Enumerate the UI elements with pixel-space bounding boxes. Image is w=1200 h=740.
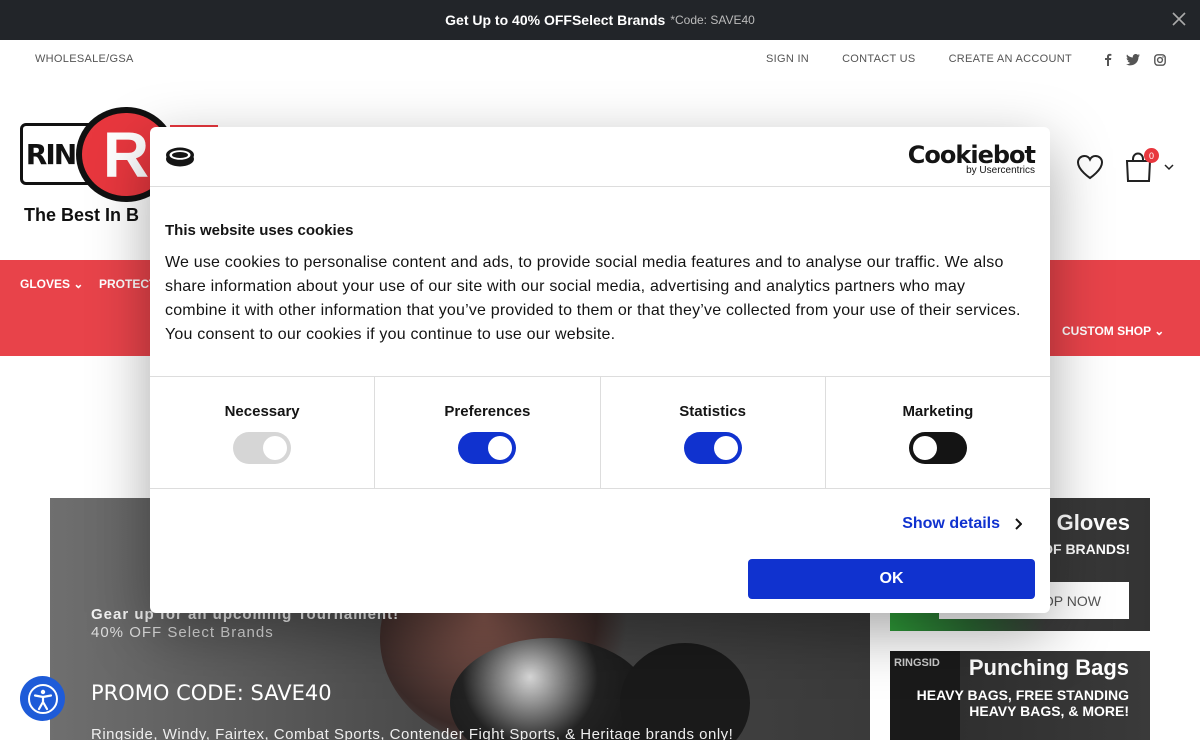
hero-promo-code: PROMO CODE: SAVE40 — [91, 681, 332, 705]
cookie-category-necessary: Necessary — [150, 377, 376, 488]
contact-us-link[interactable]: CONTACT US — [842, 53, 916, 65]
punching-bags-title: Punching Bags — [968, 655, 1129, 680]
top-nav: WHOLESALE/GSA SIGN IN CONTACT US CREATE … — [0, 40, 1200, 80]
chevron-down-icon: ⌄ — [73, 277, 84, 291]
punching-bags-banner[interactable]: RINGSID Punching Bags HEAVY BAGS, FREE S… — [890, 651, 1150, 740]
hero-subheadline: 40% OFF Select Brands — [91, 624, 274, 641]
cart-count-badge: 0 — [1144, 148, 1159, 163]
announcement-suffix: Select Brands — [571, 12, 666, 28]
create-account-link[interactable]: CREATE AN ACCOUNT — [949, 53, 1072, 65]
show-details-label: Show details — [902, 515, 1000, 532]
necessary-label: Necessary — [224, 403, 300, 420]
chevron-down-icon[interactable] — [1164, 163, 1174, 171]
gloves-banner-subtitle: OF BRANDS! — [1042, 541, 1130, 557]
statistics-toggle[interactable] — [683, 432, 742, 464]
social-links — [1104, 53, 1166, 66]
cookie-consent-dialog: Cookiebot by Usercentrics This website u… — [150, 127, 1050, 613]
cookie-category-toggles: Necessary Preferences Statistics Marketi… — [150, 376, 1050, 489]
nav-gloves[interactable]: GLOVES ⌄ — [20, 277, 83, 291]
announcement-bar: Get Up to 40% OFF Select Brands *Code: S… — [0, 0, 1200, 40]
instagram-icon[interactable] — [1154, 53, 1166, 66]
bag-brand-text: RINGSID — [894, 657, 940, 669]
statistics-label: Statistics — [679, 403, 746, 420]
chevron-down-icon: ⌄ — [1154, 324, 1165, 338]
wholesale-link[interactable]: WHOLESALE/GSA — [35, 53, 134, 65]
nav-protective[interactable]: PROTECT — [99, 277, 156, 291]
close-icon[interactable] — [1172, 12, 1186, 26]
preferences-toggle[interactable] — [458, 432, 517, 464]
nav-custom-shop-label: CUSTOM SHOP — [1062, 324, 1151, 338]
necessary-toggle — [233, 432, 292, 464]
wishlist-heart-icon[interactable] — [1076, 154, 1104, 180]
accessibility-button[interactable] — [20, 676, 65, 721]
nav-protective-label: PROTECT — [99, 277, 157, 291]
show-details-link[interactable]: Show details — [902, 515, 1022, 533]
ok-button[interactable]: OK — [748, 559, 1035, 599]
announcement-code: *Code: SAVE40 — [670, 13, 755, 27]
cookie-dialog-body: We use cookies to personalise content an… — [165, 254, 1021, 343]
punching-bags-subtitle: HEAVY BAGS, FREE STANDING HEAVY BAGS, & … — [916, 687, 1129, 719]
account-links: SIGN IN CONTACT US CREATE AN ACCOUNT — [766, 53, 1072, 65]
announcement-prefix: Get Up to — [445, 12, 509, 28]
chevron-right-icon — [1015, 518, 1022, 530]
preferences-label: Preferences — [444, 403, 531, 420]
header-icons: 0 — [1076, 148, 1174, 184]
hero-brands: Ringside, Windy, Fairtex, Combat Sports,… — [91, 726, 734, 740]
accessibility-icon — [27, 683, 58, 714]
announcement-highlight: 40% OFF — [512, 12, 572, 28]
twitter-icon[interactable] — [1126, 53, 1140, 66]
cookie-category-marketing: Marketing — [826, 377, 1050, 488]
sign-in-link[interactable]: SIGN IN — [766, 53, 809, 65]
cookie-dialog-title: This website uses cookies — [165, 222, 354, 239]
facebook-icon[interactable] — [1104, 53, 1112, 66]
logo-tagline: The Best In B — [24, 205, 140, 225]
marketing-label: Marketing — [902, 403, 974, 420]
cookie-dialog-header: Cookiebot by Usercentrics — [150, 127, 1050, 187]
cookiebot-logo[interactable]: Cookiebot by Usercentrics — [908, 141, 1036, 176]
cookie-icon — [166, 147, 194, 167]
cart-button[interactable]: 0 — [1124, 148, 1159, 184]
gloves-banner-title: Gloves — [1056, 510, 1130, 535]
nav-custom-shop[interactable]: CUSTOM SHOP ⌄ — [1062, 324, 1164, 338]
cookie-category-statistics: Statistics — [601, 377, 826, 488]
marketing-toggle[interactable] — [908, 432, 967, 464]
nav-gloves-label: GLOVES — [20, 277, 71, 291]
cookie-category-preferences: Preferences — [375, 377, 601, 488]
